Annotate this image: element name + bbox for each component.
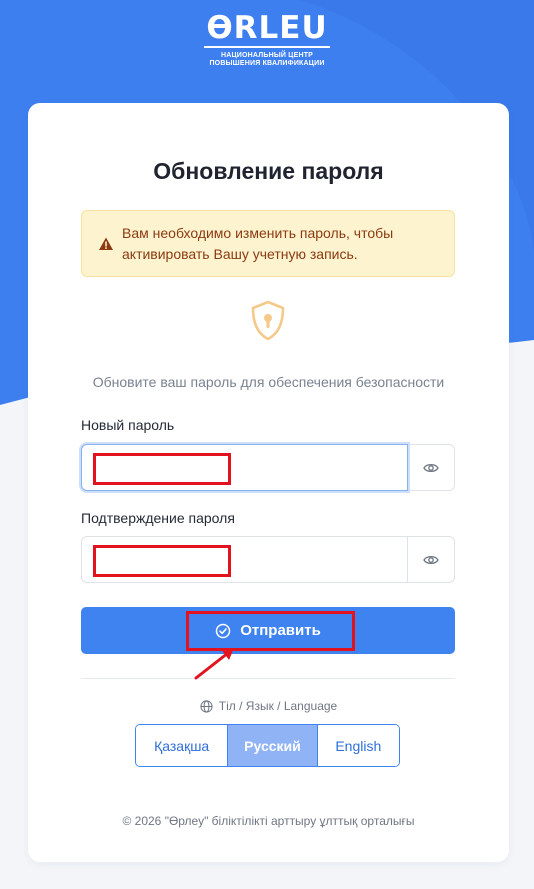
shield-keyhole-icon [251,300,285,341]
new-password-field-wrapper [81,444,408,491]
alert-text: Вам необходимо изменить пароль, чтобы ак… [122,224,394,262]
submit-button[interactable]: Отправить [81,607,455,654]
language-switcher: Қазақша Русский English [135,724,400,767]
toggle-confirm-password-visibility[interactable] [408,536,455,583]
warning-icon [99,237,113,250]
eye-icon [423,463,439,472]
logo: ӨRLEU НАЦИОНАЛЬНЫЙ ЦЕНТР ПОВЫШЕНИЯ КВАЛИ… [0,10,534,68]
divider [81,678,455,679]
new-password-group [81,444,455,491]
footer-copyright: © 2026 "Өрлеу" біліктілікті арттыру ұлтт… [122,814,415,828]
warning-alert: Вам необходимо изменить пароль, чтобы ак… [81,210,455,277]
annotation-arrow [194,648,234,680]
check-circle-icon [215,623,231,638]
logo-mark: ӨRLEU [204,10,330,48]
lang-english-button[interactable]: English [317,725,399,766]
language-caption: Тіл / Язык / Language [28,699,509,713]
submit-label: Отправить [240,622,321,639]
confirm-password-field-wrapper [81,536,408,583]
password-update-card: Обновление пароля Вам необходимо изменит… [28,103,509,862]
logo-line-1: НАЦИОНАЛЬНЫЙ ЦЕНТР [220,52,314,59]
page-title: Обновление пароля [153,158,384,184]
lang-kazakh-button[interactable]: Қазақша [136,725,229,766]
redaction-box [93,545,231,577]
eye-icon [423,555,439,564]
confirm-password-label: Подтверждение пароля [81,510,235,526]
lang-russian-button[interactable]: Русский [228,725,318,766]
language-caption-text: Тіл / Язык / Language [218,699,338,713]
toggle-new-password-visibility[interactable] [408,444,455,491]
logo-line-2: ПОВЫШЕНИЯ КВАЛИФИКАЦИИ [209,60,325,67]
subtitle: Обновите ваш пароль для обеспечения безо… [92,374,445,390]
new-password-label: Новый пароль [81,417,175,433]
confirm-password-group [81,536,455,583]
redaction-box [93,453,231,485]
globe-icon [200,699,213,713]
